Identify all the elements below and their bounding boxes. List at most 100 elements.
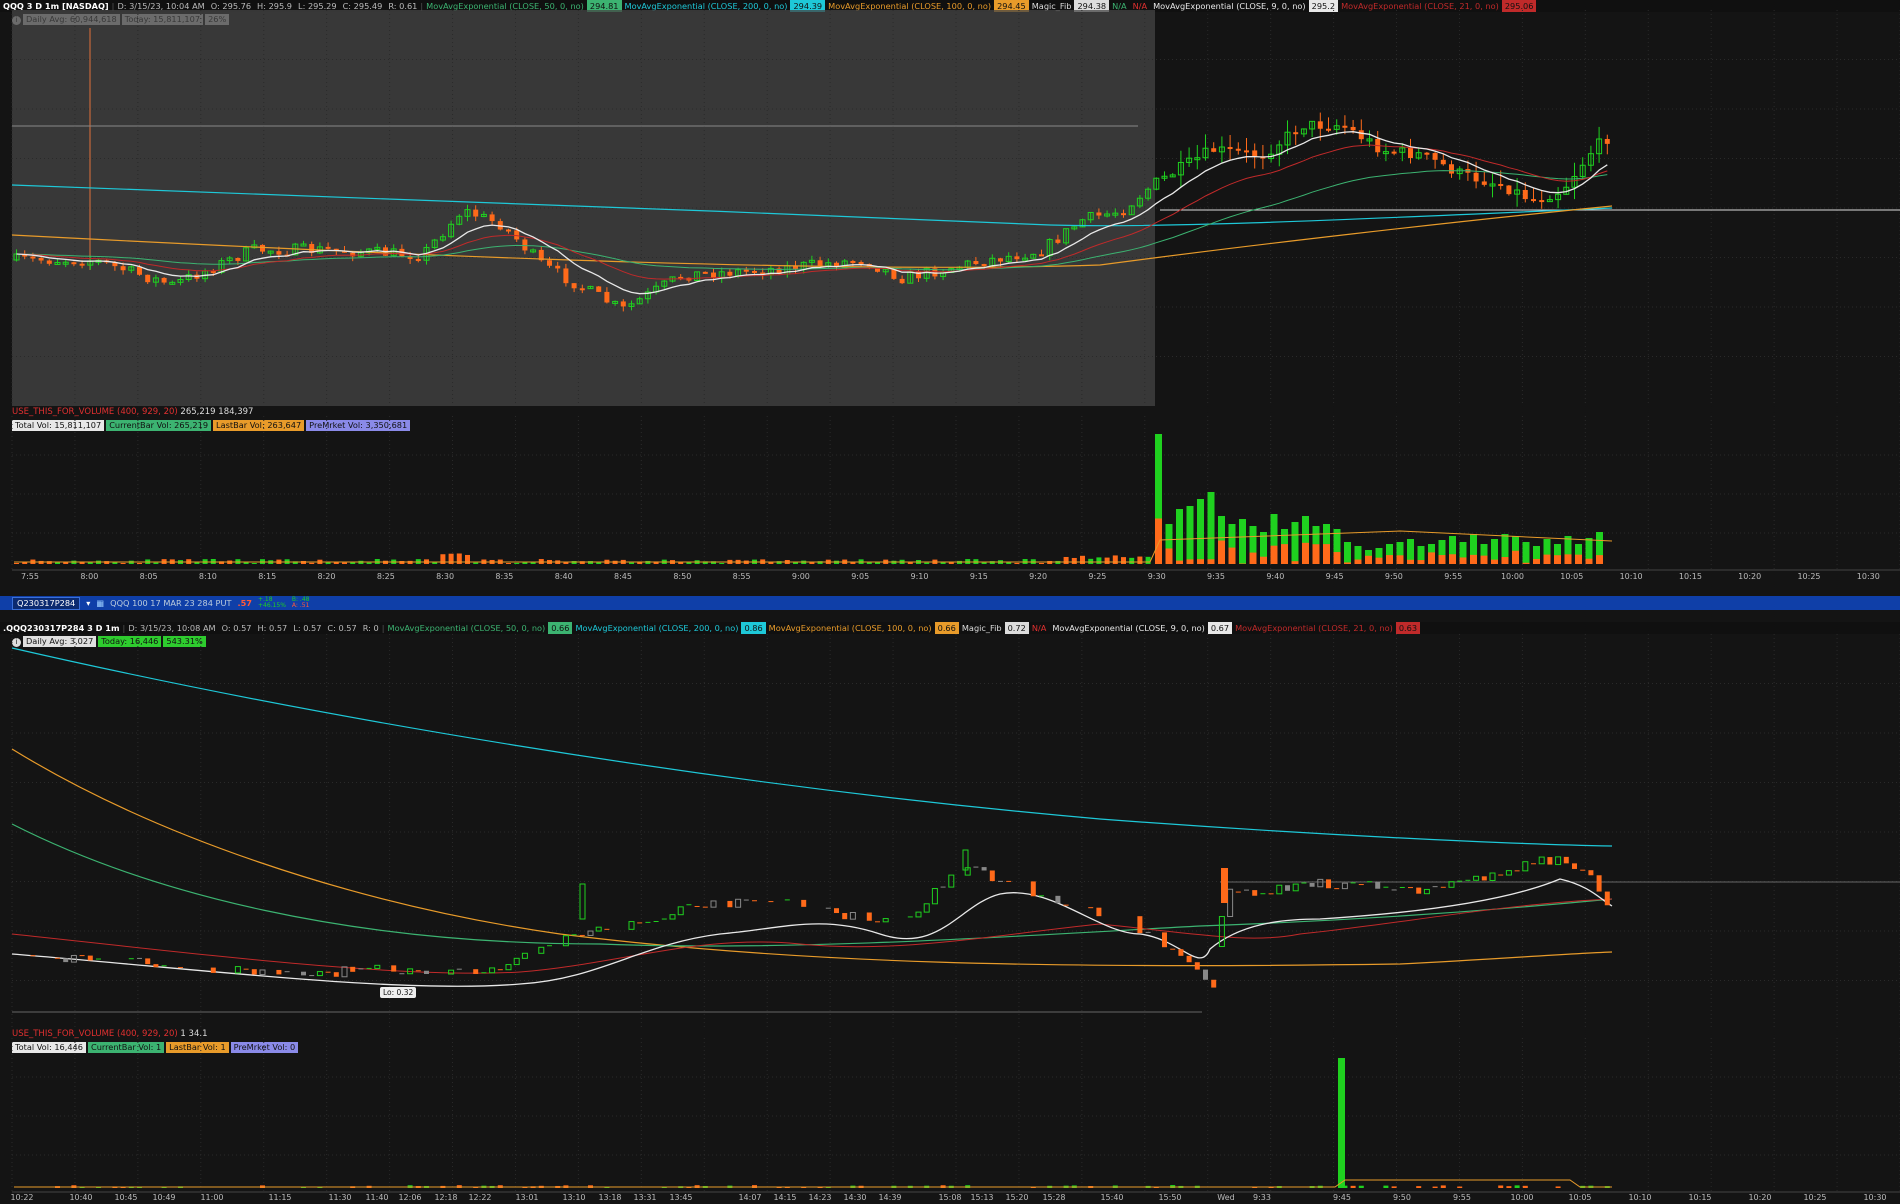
ema200-line <box>11 647 1613 847</box>
volume-bar <box>1375 557 1383 564</box>
link-icon[interactable]: ▦ <box>96 596 104 610</box>
time-axis-label: 15:20 <box>1005 1193 1029 1202</box>
ohlc-high: H: 0.57 <box>257 623 288 633</box>
candle-body <box>1309 883 1315 887</box>
volume-bar <box>465 554 470 564</box>
time-axis-label: 8:55 <box>732 572 751 581</box>
volume-bar <box>1512 550 1519 564</box>
volume-bar <box>1407 559 1414 564</box>
candle-body <box>1481 876 1487 881</box>
candle-body <box>1522 189 1528 200</box>
volume-bar <box>1071 557 1077 564</box>
time-axis-label: 15:08 <box>938 1193 962 1202</box>
candle-body <box>1416 887 1422 894</box>
volume-bar <box>1554 555 1561 564</box>
volume-bar <box>1596 555 1603 564</box>
volume-bar <box>251 562 257 564</box>
candle-body <box>1449 164 1454 174</box>
candle-body <box>973 261 979 265</box>
candle-body <box>210 967 216 973</box>
candle-body <box>1227 888 1234 918</box>
candle-body <box>30 256 36 259</box>
candle-body <box>505 964 512 971</box>
volume-bar <box>1260 556 1267 564</box>
volume-bar <box>473 562 479 564</box>
candle-body <box>276 251 282 255</box>
time-axis-label: 9:10 <box>910 572 929 581</box>
time-axis-label: 9:50 <box>1393 1193 1411 1202</box>
bottom-volume-chart[interactable] <box>0 1038 1900 1204</box>
candle-body <box>579 288 585 291</box>
study-value: 0.66 <box>548 622 573 634</box>
volume-bar <box>1396 555 1404 564</box>
candle-body <box>276 969 282 975</box>
volume-bar <box>1438 555 1446 564</box>
volume-bar <box>1088 558 1094 564</box>
candle-body <box>1432 153 1438 160</box>
time-axis-label: 10:22 <box>10 1193 34 1202</box>
volume-bar <box>719 562 725 564</box>
symbol-input[interactable]: Q230317P284 <box>12 596 81 610</box>
candle-body <box>514 230 520 240</box>
study-label: Magic_Fib <box>961 623 1002 633</box>
candle-body <box>1137 916 1143 934</box>
low-price-label: Lo: 0.32 <box>380 987 417 998</box>
top-volume-chart[interactable] <box>0 416 1900 596</box>
candle-body <box>587 930 594 936</box>
candle-body <box>989 870 995 882</box>
time-axis-label: 10:15 <box>1688 1193 1712 1202</box>
time-axis-label: 11:30 <box>328 1193 352 1202</box>
candle-body <box>1221 868 1228 903</box>
option-price: .57 <box>237 598 252 608</box>
volume-bar <box>1498 1185 1504 1188</box>
chart-symbol: .QQQ230317P284 3 D 1m <box>3 623 120 633</box>
candle-body <box>391 965 397 972</box>
candle-body <box>473 969 479 974</box>
volume-bar <box>1145 556 1151 564</box>
candle-body <box>817 260 823 266</box>
dropdown-icon[interactable]: ▾ <box>86 596 90 610</box>
volume-bar <box>1457 1186 1463 1188</box>
candle-body <box>350 966 356 972</box>
volume-bar <box>1480 555 1488 564</box>
candle-body <box>1563 856 1569 864</box>
candle-body <box>1276 884 1283 895</box>
candle-body <box>1358 130 1364 140</box>
candle-body <box>145 958 151 965</box>
study-value: 0.67 <box>1207 622 1233 634</box>
volume-bar <box>1155 518 1162 564</box>
candle-body <box>555 265 561 269</box>
volume-bar <box>1358 1185 1364 1188</box>
time-axis-label: 14:23 <box>808 1193 832 1202</box>
bottom-price-chart[interactable] <box>0 634 1900 1034</box>
study-label: N/A <box>1031 623 1047 633</box>
candle-body <box>1326 879 1331 889</box>
time-axis-label: 8:05 <box>139 572 158 581</box>
candle-body <box>145 274 151 283</box>
candle-body <box>1473 172 1479 182</box>
volume-bar <box>1176 509 1183 564</box>
candle-body <box>981 867 987 871</box>
candle-body <box>1498 183 1504 186</box>
volume-bar <box>153 562 159 564</box>
ema100-line <box>11 748 1613 967</box>
top-price-chart[interactable] <box>0 10 1900 416</box>
time-axis-label: 10:10 <box>1619 572 1643 581</box>
time-axis-label: 13:31 <box>633 1193 657 1202</box>
study-value: 0.72 <box>1004 622 1029 634</box>
candle-body <box>1178 949 1184 956</box>
time-axis-label: 9:55 <box>1444 572 1463 581</box>
time-axis-label: 7:55 <box>21 572 39 581</box>
volume-bar <box>1338 1058 1345 1188</box>
candle-body <box>1408 147 1413 158</box>
volume-bar <box>506 562 511 564</box>
candle-body <box>46 260 52 264</box>
time-axis-label: 9:15 <box>969 572 988 581</box>
option-symbol-bar: Q230317P284 ▾ ▦ QQQ 100 17 MAR 23 284 PU… <box>0 596 1900 610</box>
time-axis-label: 8:40 <box>554 572 573 581</box>
candle-body <box>1039 254 1044 257</box>
candle-body <box>473 209 479 217</box>
candle-body <box>333 972 339 977</box>
volume-bar <box>1383 1185 1389 1188</box>
candle-body <box>1522 861 1529 872</box>
